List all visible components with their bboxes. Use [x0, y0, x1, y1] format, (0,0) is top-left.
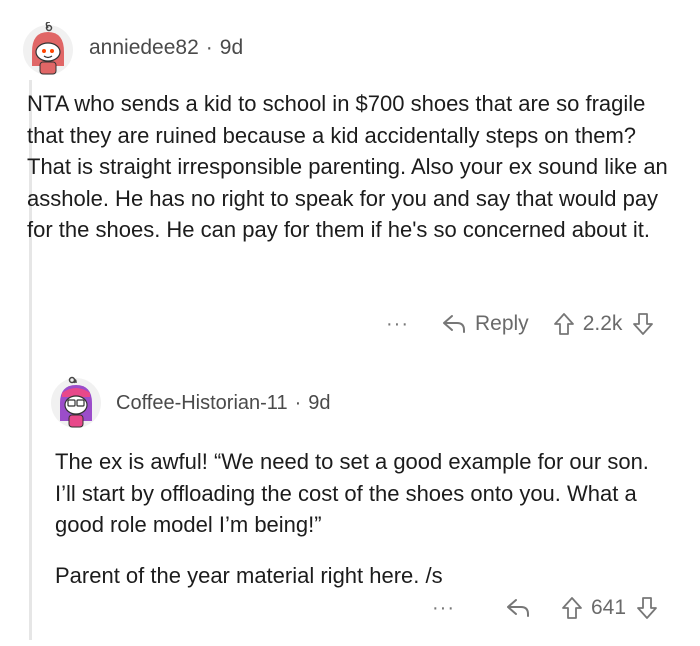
more-options-button[interactable]: ···	[432, 597, 455, 620]
comment-text: NTA who sends a kid to school in $700 sh…	[27, 91, 668, 242]
reply-arrow-icon	[506, 599, 529, 617]
username[interactable]: anniedee82	[89, 36, 199, 60]
user-avatar[interactable]	[50, 375, 102, 428]
comment-body: The ex is awful! “We need to set a good …	[55, 446, 675, 591]
upvote-icon	[562, 597, 582, 619]
comment-meta: Coffee-Historian-11 · 9d	[116, 392, 330, 415]
more-options-icon: ···	[386, 312, 409, 335]
comment-paragraph: Parent of the year material right here. …	[55, 562, 443, 588]
vote-score: 641	[590, 596, 627, 619]
comment-meta: anniedee82 · 9d	[89, 36, 243, 60]
meta-separator: ·	[294, 392, 302, 414]
upvote-icon	[553, 313, 574, 335]
more-options-button[interactable]: ···	[386, 313, 409, 336]
meta-separator: ·	[205, 36, 213, 59]
username[interactable]: Coffee-Historian-11	[116, 392, 288, 415]
vote-score: 2.2k	[582, 312, 623, 335]
more-options-icon: ···	[432, 596, 455, 619]
comment-body: NTA who sends a kid to school in $700 sh…	[27, 88, 677, 246]
comment-age: 9d	[308, 392, 331, 414]
user-avatar[interactable]	[22, 22, 74, 75]
downvote-button[interactable]	[632, 312, 654, 336]
reply-button[interactable]: Reply	[441, 312, 529, 336]
comment-actions: ··· 641	[432, 596, 658, 620]
reply-button[interactable]	[505, 597, 531, 619]
comment-actions: ··· Reply 2.2k	[386, 312, 654, 336]
snoo-avatar-icon	[23, 22, 73, 75]
upvote-button[interactable]	[561, 596, 583, 620]
comment-paragraph: The ex is awful! “We need to set a good …	[55, 449, 649, 537]
downvote-icon	[633, 313, 654, 335]
downvote-icon	[637, 597, 657, 619]
reply-arrow-icon	[442, 315, 465, 333]
comment-age: 9d	[219, 36, 244, 59]
upvote-button[interactable]	[553, 312, 575, 336]
reply-label: Reply	[474, 312, 529, 335]
downvote-button[interactable]	[636, 596, 658, 620]
snoo-avatar-icon	[51, 376, 101, 428]
